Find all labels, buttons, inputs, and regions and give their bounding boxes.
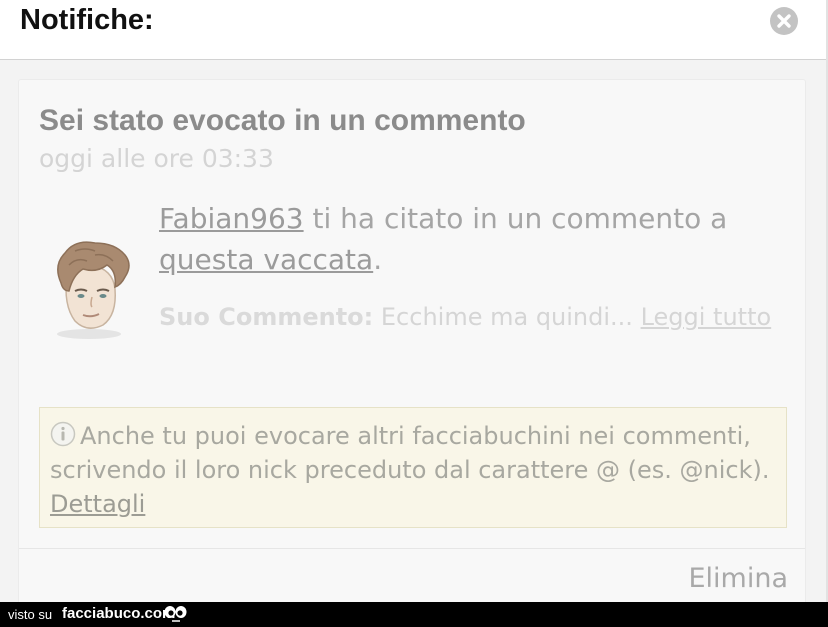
card-divider <box>19 548 805 549</box>
notification-title: Sei stato evocato in un commento <box>39 104 526 137</box>
info-text: Anche tu puoi evocare altri facciabuchin… <box>50 422 770 484</box>
watermark-site: facciabuco.com <box>62 605 176 622</box>
watermark-prefix: visto su <box>8 607 53 622</box>
notifications-panel: Sei stato evocato in un commento oggi al… <box>0 60 828 619</box>
details-link[interactable]: Dettagli <box>50 490 145 518</box>
notification-time: oggi alle ore 03:33 <box>39 144 274 173</box>
comment-label: Suo Commento: <box>159 303 374 331</box>
user-avatar[interactable] <box>41 235 137 341</box>
header-title: Notifiche: <box>20 4 154 36</box>
notifications-header: Notifiche: <box>0 0 828 60</box>
comment-text: Ecchime ma quindi... <box>373 303 641 331</box>
notification-card: Sei stato evocato in un commento oggi al… <box>18 79 806 619</box>
delete-button[interactable]: Elimina <box>688 563 788 594</box>
watermark-bar: visto su facciabuco.com <box>0 602 828 627</box>
info-icon <box>50 421 76 447</box>
post-link[interactable]: questa vaccata <box>159 243 373 276</box>
notification-message: Fabian963 ti ha citato in un commento a … <box>159 198 789 280</box>
message-end: . <box>373 243 383 276</box>
user-link[interactable]: Fabian963 <box>159 202 304 235</box>
message-text: ti ha citato in un commento a <box>303 202 728 235</box>
read-more-link[interactable]: Leggi tutto <box>641 303 772 331</box>
info-box: Anche tu puoi evocare altri facciabuchin… <box>39 407 787 528</box>
comment-preview: Suo Commento: Ecchime ma quindi... Leggi… <box>159 300 784 334</box>
close-icon[interactable] <box>770 7 798 35</box>
eyes-logo-icon <box>163 604 189 624</box>
